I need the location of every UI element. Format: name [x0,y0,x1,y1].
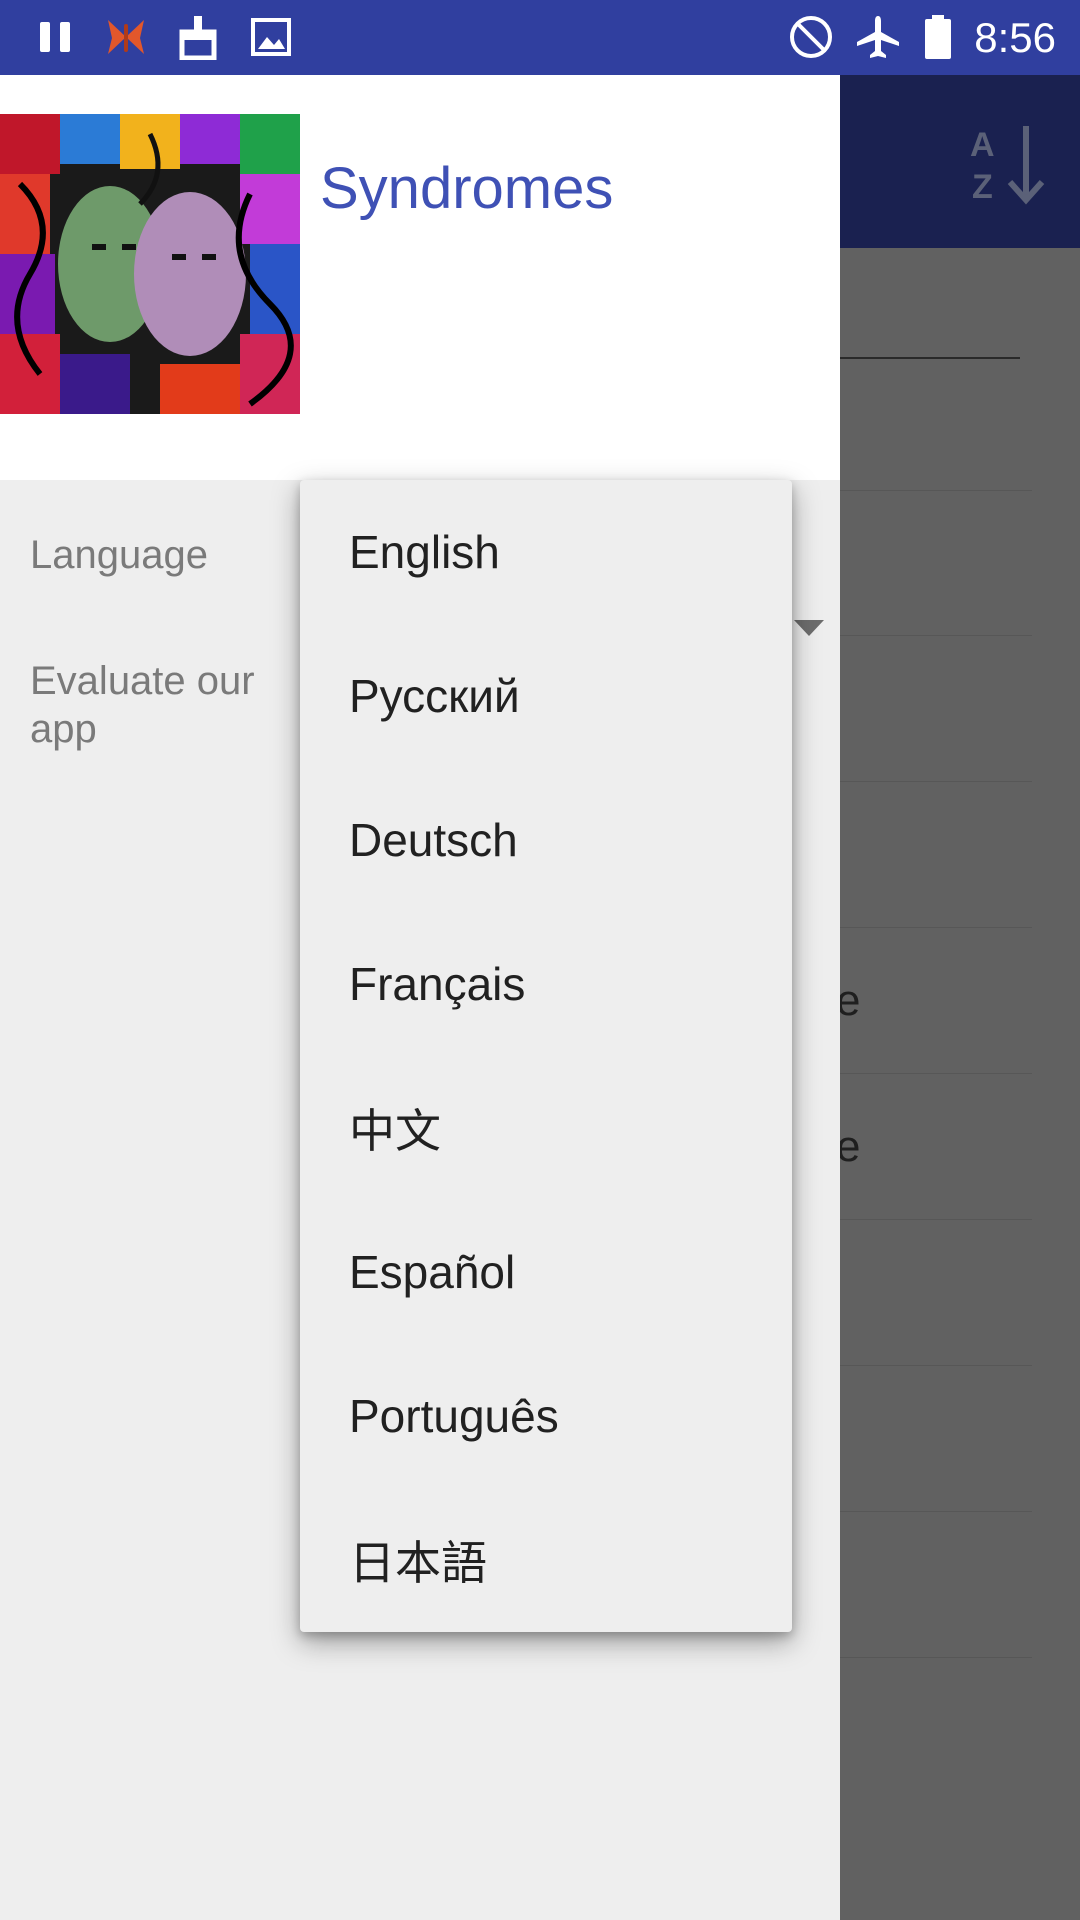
language-option-english[interactable]: English [300,480,792,624]
sort-az-icon[interactable]: A Z [966,120,1050,206]
pause-icon [30,14,80,60]
background-divider [840,1511,1032,1512]
do-not-disturb-icon [785,14,837,60]
background-divider [840,490,1032,491]
language-setting-label[interactable]: Language [30,531,208,579]
language-option-japanese[interactable]: 日本語 [300,1488,792,1632]
background-divider [840,927,1032,928]
language-option-german[interactable]: Deutsch [300,768,792,912]
background-divider [840,1073,1032,1074]
drawer-header: Syndromes [0,75,840,480]
language-option-portuguese[interactable]: Português [300,1344,792,1488]
svg-text:Z: Z [972,168,993,206]
status-bar: 8:56 [0,0,1080,75]
background-search-underline [840,357,1020,359]
background-divider [840,781,1032,782]
cleaner-icon [172,14,224,60]
evaluate-app-setting[interactable]: Evaluate our app [30,657,270,753]
butterfly-icon [100,14,152,60]
language-option-russian[interactable]: Русский [300,624,792,768]
battery-icon [918,14,958,60]
header-artwork-image [0,114,300,414]
language-option-chinese[interactable]: 中文 [300,1056,792,1200]
language-dropdown-menu: English Русский Deutsch Français 中文 Espa… [300,480,792,1632]
language-option-french[interactable]: Français [300,912,792,1056]
background-divider [840,1219,1032,1220]
background-divider [840,1365,1032,1366]
status-time: 8:56 [974,14,1056,61]
svg-text:A: A [970,126,995,164]
background-divider [840,635,1032,636]
airplane-mode-icon [852,14,904,60]
language-option-spanish[interactable]: Español [300,1200,792,1344]
app-title: Syndromes [320,156,614,221]
background-divider [840,1657,1032,1658]
image-icon [245,14,297,60]
dropdown-arrow-icon[interactable] [794,620,824,636]
